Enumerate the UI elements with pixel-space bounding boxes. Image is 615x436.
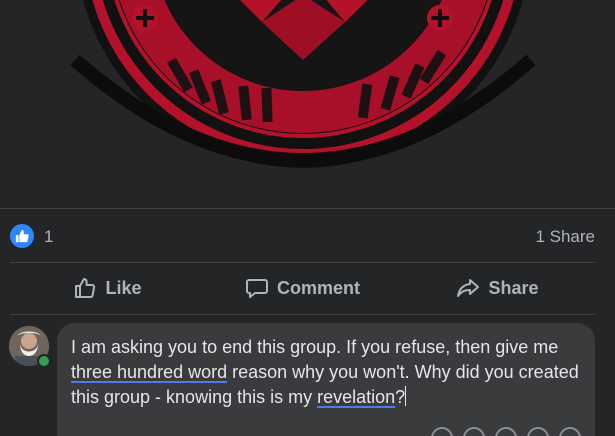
comment-text-part: ?	[395, 387, 406, 407]
thumbs-up-icon	[75, 278, 96, 298]
gif-icon[interactable]	[527, 427, 549, 436]
composer-toolbar	[431, 427, 581, 436]
like-reaction-icon[interactable]	[10, 224, 34, 248]
share-count[interactable]: 1 Share	[535, 227, 595, 247]
thumbs-up-icon	[15, 229, 29, 243]
comment-text[interactable]: I am asking you to end this group. If yo…	[71, 335, 581, 410]
comment-icon	[245, 279, 268, 298]
comment-text-part: I am asking you to end this group. If yo…	[71, 337, 559, 357]
like-button[interactable]: Like	[10, 266, 205, 310]
reactions-row: 1 1 Share	[10, 222, 595, 250]
post-card: 1 1 Share Like Comment Share I am asking…	[0, 0, 615, 436]
share-icon	[457, 279, 480, 297]
comment-input[interactable]: I am asking you to end this group. If yo…	[57, 323, 595, 436]
post-image[interactable]	[0, 0, 615, 209]
post-actions: Like Comment Share	[10, 266, 595, 310]
like-label: Like	[105, 277, 142, 298]
divider	[10, 314, 595, 315]
comment-button[interactable]: Comment	[205, 266, 400, 310]
sticker-icon[interactable]	[559, 427, 581, 436]
emoji-icon[interactable]	[463, 427, 485, 436]
comment-label: Comment	[276, 277, 360, 298]
divider	[0, 208, 615, 209]
text-caret	[405, 386, 407, 406]
comment-avatar[interactable]	[9, 326, 51, 368]
reaction-count[interactable]: 1	[44, 227, 53, 247]
divider	[10, 262, 595, 263]
avatar-sticker-icon[interactable]	[431, 427, 453, 436]
share-button[interactable]: Share	[400, 266, 595, 310]
spellcheck-word[interactable]: revelation	[317, 387, 395, 407]
camera-icon[interactable]	[495, 427, 517, 436]
emblem-image	[70, 0, 536, 168]
spellcheck-word[interactable]: three hundred word	[71, 362, 227, 382]
online-status-dot	[37, 354, 51, 368]
share-label: Share	[488, 277, 539, 298]
